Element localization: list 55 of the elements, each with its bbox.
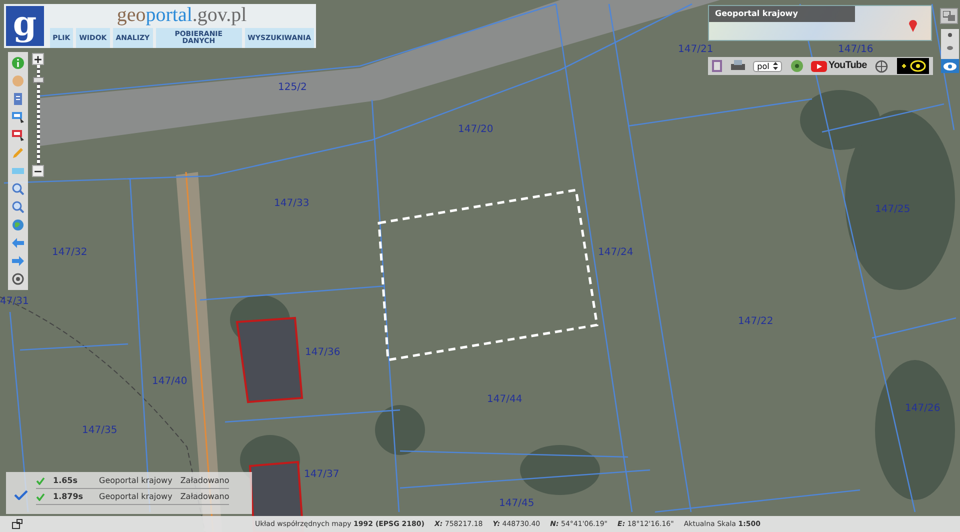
- tree-canopy: [375, 405, 425, 455]
- play-icon: [811, 60, 828, 72]
- parcel-number: 147/22: [738, 317, 774, 327]
- minimap-title: Geoportal krajowy: [709, 6, 855, 22]
- parcel-number: 147/26: [905, 404, 940, 414]
- back-arrow-icon[interactable]: [12, 237, 24, 249]
- zoom-out-icon[interactable]: [12, 201, 24, 213]
- location-pin-icon: [909, 20, 917, 32]
- parcel-number: 147/24: [598, 248, 634, 258]
- updown-icon: [773, 62, 778, 70]
- load-time: 1.65s: [53, 476, 78, 485]
- dot-icon[interactable]: [948, 33, 952, 37]
- parcel-number: 147/25: [875, 205, 910, 215]
- print-icon[interactable]: [730, 60, 745, 72]
- load-time: 1.879s: [53, 492, 84, 501]
- logo-icon: g: [6, 6, 44, 46]
- zoom-out-button[interactable]: −: [32, 165, 44, 177]
- layers-button[interactable]: [940, 8, 958, 24]
- select-icon[interactable]: [12, 111, 24, 123]
- video-link[interactable]: YouTube: [811, 60, 867, 72]
- zoom-in-button[interactable]: +: [32, 53, 44, 65]
- info-icon[interactable]: [12, 57, 24, 69]
- plus-eye-icon: [900, 60, 926, 72]
- parcel-number: 125/2: [278, 83, 307, 93]
- parcel-number: 147/33: [274, 199, 310, 209]
- window-icon[interactable]: [12, 519, 23, 529]
- list-icon[interactable]: [12, 93, 24, 105]
- zoom-slider-handle[interactable]: [32, 77, 44, 83]
- parcel-number: 147/20: [458, 125, 494, 135]
- select-icon[interactable]: [12, 129, 24, 141]
- zoom-in-icon[interactable]: [12, 183, 24, 195]
- parcel-number: 147/37: [304, 470, 340, 480]
- parcel-number: 147/21: [678, 45, 714, 55]
- site-title: geoportal.gov.pl: [116, 4, 247, 26]
- language-select[interactable]: pol: [753, 60, 782, 72]
- parcel-number: 147/36: [305, 348, 340, 358]
- load-status: Załadowano: [180, 476, 230, 485]
- parcel-number: 147/32: [52, 248, 88, 258]
- document-icon[interactable]: [712, 60, 722, 72]
- dot-icon[interactable]: [947, 46, 953, 50]
- parcel-number: 147/16: [838, 45, 874, 55]
- parcel-number: 147/35: [82, 426, 118, 436]
- layer-name: Geoportal krajowy: [99, 476, 172, 485]
- panel-checkbox[interactable]: [14, 490, 30, 502]
- parcel-number: 47/31: [0, 297, 29, 307]
- eye-button[interactable]: [941, 59, 959, 73]
- forward-arrow-icon[interactable]: [12, 255, 24, 267]
- load-status: Załadowano: [180, 492, 230, 501]
- minimap[interactable]: Geoportal krajowy: [708, 5, 932, 41]
- layer-name: Geoportal krajowy: [99, 492, 172, 501]
- settings-icon[interactable]: [12, 273, 24, 285]
- parcel-number: 147/44: [487, 395, 522, 405]
- parcel-number: 147/45: [499, 499, 534, 509]
- visibility-button[interactable]: [896, 58, 929, 74]
- parcel-number: 147/40: [152, 377, 188, 387]
